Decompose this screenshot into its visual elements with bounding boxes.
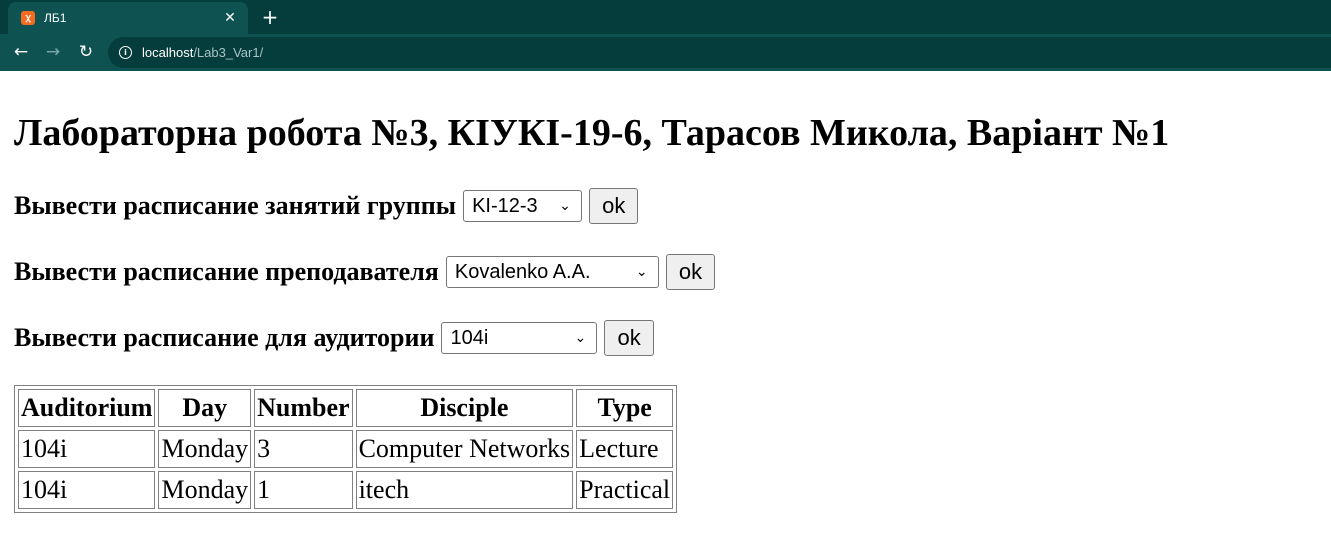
chevron-down-icon: ⌄ [559, 198, 571, 214]
group-ok-button[interactable]: ok [589, 188, 639, 224]
number-cell: 3 [254, 430, 353, 468]
tab-strip: ꭓ ЛБ1 ✕ + [0, 0, 1331, 34]
teacher-schedule-label: Вывести расписание преподавателя [14, 257, 439, 286]
browser-tab[interactable]: ꭓ ЛБ1 ✕ [8, 2, 248, 34]
teacher-ok-button[interactable]: ok [665, 254, 716, 290]
chevron-down-icon: ⌄ [635, 264, 648, 280]
group-schedule-row: Вывести расписание занятий группы KI-12-… [14, 188, 639, 224]
address-bar[interactable]: i localhost/Lab3_Var1/ [108, 37, 1331, 68]
day-cell: Monday [158, 471, 252, 509]
table-row: 104i Monday 1 itech Practical [18, 471, 674, 509]
table-row: 104i Monday 3 Computer Networks Lecture [18, 430, 674, 468]
column-header-type: Type [576, 389, 674, 427]
page-title: Лабораторна робота №3, КІУКІ-19-6, Тарас… [14, 112, 1170, 154]
chevron-down-icon: ⌄ [574, 330, 587, 346]
url-path: /Lab3_Var1/ [193, 45, 264, 60]
disciple-cell: Computer Networks [355, 430, 574, 468]
auditorium-cell: 104i [18, 430, 156, 468]
room-ok-button[interactable]: ok [604, 320, 654, 356]
teacher-select[interactable]: Kovalenko A.A. ⌄ [445, 256, 659, 288]
url-host: localhost [142, 45, 194, 60]
close-tab-icon[interactable]: ✕ [220, 8, 240, 28]
column-header-auditorium: Auditorium [18, 389, 156, 427]
new-tab-icon[interactable]: + [258, 5, 282, 29]
column-header-day: Day [158, 389, 252, 427]
table-header-row: Auditorium Day Number Disciple Type [18, 389, 674, 427]
room-schedule-label: Вывести расписание для аудитории [14, 323, 435, 352]
auditorium-cell: 104i [18, 471, 156, 509]
group-select[interactable]: KI-12-3 ⌄ [463, 190, 583, 222]
info-icon[interactable]: i [119, 46, 132, 59]
day-cell: Monday [158, 430, 252, 468]
browser-toolbar: ← → ↻ i localhost/Lab3_Var1/ [0, 34, 1331, 71]
room-schedule-row: Вывести расписание для аудитории 104i ⌄ … [14, 320, 654, 356]
back-arrow-icon[interactable]: ← [8, 39, 34, 65]
schedule-table: Auditorium Day Number Disciple Type 104i… [14, 385, 678, 513]
tab-title: ЛБ1 [44, 11, 67, 25]
xampp-favicon-icon: ꭓ [21, 11, 35, 25]
room-select-value: 104i [450, 326, 489, 349]
teacher-select-value: Kovalenko A.A. [454, 260, 591, 283]
teacher-schedule-row: Вывести расписание преподавателя Kovalen… [14, 254, 716, 290]
forward-arrow-icon[interactable]: → [40, 39, 66, 65]
browser-chrome: ꭓ ЛБ1 ✕ + ← → ↻ i localhost/Lab3_Var1/ [0, 0, 1331, 71]
url-text: localhost/Lab3_Var1/ [142, 44, 263, 61]
number-cell: 1 [254, 471, 353, 509]
group-select-value: KI-12-3 [472, 194, 538, 217]
reload-icon[interactable]: ↻ [73, 39, 99, 65]
type-cell: Lecture [576, 430, 674, 468]
column-header-number: Number [254, 389, 353, 427]
column-header-disciple: Disciple [355, 389, 574, 427]
group-schedule-label: Вывести расписание занятий группы [14, 191, 457, 220]
disciple-cell: itech [355, 471, 574, 509]
room-select[interactable]: 104i ⌄ [441, 322, 598, 354]
type-cell: Practical [576, 471, 674, 509]
